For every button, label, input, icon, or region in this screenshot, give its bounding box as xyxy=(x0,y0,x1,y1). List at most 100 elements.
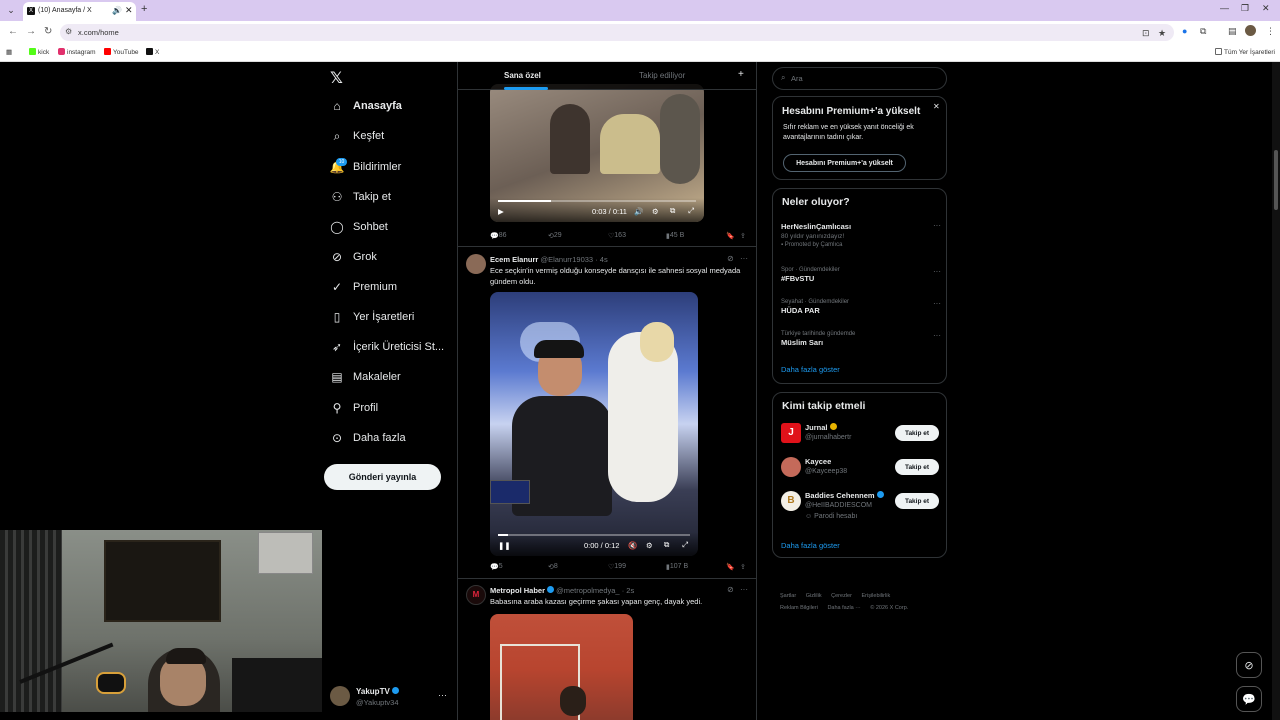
tweet-time[interactable]: · 4s xyxy=(595,255,608,264)
search-box[interactable]: ⌕ Ara xyxy=(772,67,947,90)
nav-item-rocket[interactable]: ➶ İçerik Üreticisi St... xyxy=(330,336,444,358)
trend-item[interactable]: HerNeslinÇamlıcası 80 yıldır yanınızdayı… xyxy=(781,221,941,248)
tab-for-you[interactable]: Sana özel xyxy=(504,71,541,80)
avatar[interactable]: M xyxy=(466,585,486,605)
new-tab-button[interactable]: + xyxy=(141,3,147,15)
close-tab-icon[interactable]: ✕ xyxy=(125,5,133,16)
pause-icon[interactable]: ❚❚ xyxy=(498,541,511,550)
tweet-time[interactable]: · 2s xyxy=(622,586,635,595)
nav-item-more[interactable]: ⊙ Daha fazla xyxy=(330,427,406,449)
messages-float-button[interactable]: 💬 xyxy=(1236,686,1262,712)
nav-item-search[interactable]: ⌕ Keşfet xyxy=(330,125,385,147)
author-handle[interactable]: @metropolmedya_ xyxy=(556,586,619,595)
follow-button[interactable]: Takip et xyxy=(895,459,939,475)
avatar[interactable] xyxy=(466,254,486,274)
scrollbar-thumb[interactable] xyxy=(1274,150,1278,210)
show-more-link[interactable]: Daha fazla göster xyxy=(781,365,840,374)
speaker-icon[interactable]: 🔊 xyxy=(112,6,122,15)
more-dots-icon[interactable]: ··· xyxy=(933,299,941,308)
forward-icon[interactable]: → xyxy=(26,26,36,37)
bookmark-icon[interactable]: 🔖 xyxy=(726,563,735,571)
views-button[interactable]: ▮ 45 B xyxy=(666,232,684,240)
browser-tab[interactable]: X (10) Anasayfa / X 🔊 ✕ xyxy=(23,2,136,21)
trend-item[interactable]: Spor · Gündemdekiler #FBvSTU ··· xyxy=(781,267,941,283)
menu-icon[interactable]: ⋮ xyxy=(1266,26,1275,37)
nav-item-premium[interactable]: ✓ Premium xyxy=(330,276,397,298)
follow-suggestion[interactable]: Kaycee @Kayceep38 Takip et xyxy=(781,455,943,485)
pip-icon[interactable]: ⧉ xyxy=(664,540,669,550)
footer-link[interactable]: Daha fazla ··· xyxy=(827,605,860,611)
all-bookmarks[interactable]: Tüm Yer İşaretleri xyxy=(1215,48,1275,56)
minimize-icon[interactable]: — xyxy=(1220,3,1229,13)
nav-item-person[interactable]: ⚲ Profil xyxy=(330,397,378,419)
reload-icon[interactable]: ↻ xyxy=(44,26,52,37)
footer-link[interactable]: Çerezler xyxy=(831,593,852,599)
follow-button[interactable]: Takip et xyxy=(895,493,939,509)
nav-item-home[interactable]: ⌂ Anasayfa xyxy=(330,95,402,117)
follow-suggestion[interactable]: B Baddies Cehennem @HeIIBADDIESCOM ☺ Par… xyxy=(781,489,943,525)
retweet-button[interactable]: ⟲ 29 xyxy=(548,232,562,240)
more-dots-icon[interactable]: ··· xyxy=(933,331,941,340)
grok-icon[interactable]: ⊘ xyxy=(727,254,734,263)
footer-link[interactable]: Reklam Bilgileri xyxy=(780,605,818,611)
x-logo-icon[interactable]: 𝕏 xyxy=(330,68,343,88)
puzzle-icon[interactable]: ⧉ xyxy=(1200,26,1206,37)
fullscreen-icon[interactable]: ⤢ xyxy=(688,206,694,216)
scrollbar[interactable] xyxy=(1272,62,1280,720)
more-dots-icon[interactable]: ··· xyxy=(438,690,447,700)
views-button[interactable]: ▮ 107 B xyxy=(666,563,688,571)
settings-icon[interactable]: ⚙ xyxy=(652,207,659,216)
account-avatar[interactable] xyxy=(1245,25,1256,36)
footer-link[interactable]: Erişilebilirlik xyxy=(861,593,890,599)
add-feed-icon[interactable]: + xyxy=(738,69,744,80)
bookmark-icon[interactable]: 🔖 xyxy=(726,232,735,240)
more-dots-icon[interactable]: ··· xyxy=(933,221,941,230)
footer-link[interactable]: Gizlilik xyxy=(806,593,822,599)
video-progress[interactable] xyxy=(498,200,696,202)
bookmark-x[interactable]: X xyxy=(146,48,159,56)
fullscreen-icon[interactable]: ⤢ xyxy=(682,540,688,550)
more-dots-icon[interactable]: ··· xyxy=(740,254,748,263)
post-button[interactable]: Gönderi yayınla xyxy=(324,464,441,490)
install-icon[interactable]: ⊡ xyxy=(1142,28,1150,39)
share-icon[interactable]: ⇪ xyxy=(740,563,746,571)
reply-button[interactable]: 💬 5 xyxy=(490,563,503,571)
apps-icon[interactable]: ▦ xyxy=(6,48,12,56)
nav-item-bookmark[interactable]: ▯ Yer İşaretleri xyxy=(330,306,415,328)
premium-upgrade-button[interactable]: Hesabını Premium+'a yükselt xyxy=(783,154,906,172)
account-switcher[interactable]: YakupTV @Yakuptv34 ··· xyxy=(330,684,450,708)
trend-item[interactable]: Türkiye tarihinde gündemde Müslim Sarı ·… xyxy=(781,331,941,347)
pip-icon[interactable]: ⧉ xyxy=(670,206,675,216)
follow-button[interactable]: Takip et xyxy=(895,425,939,441)
tweet-image[interactable] xyxy=(490,614,633,720)
more-dots-icon[interactable]: ··· xyxy=(740,585,748,594)
volume-icon[interactable]: 🔇 xyxy=(628,541,637,550)
nav-item-grok[interactable]: ⊘ Grok xyxy=(330,246,377,268)
author-name[interactable]: Metropol Haber xyxy=(490,586,545,595)
settings-icon[interactable]: ⚙ xyxy=(646,541,653,550)
back-icon[interactable]: ← xyxy=(8,26,18,37)
grok-icon[interactable]: ⊘ xyxy=(727,585,734,594)
volume-icon[interactable]: 🔊 xyxy=(634,207,643,216)
tab-following[interactable]: Takip ediliyor xyxy=(639,71,685,80)
nav-item-follow[interactable]: ⚇ Takip et xyxy=(330,186,391,208)
bookmark-instagram[interactable]: instagram xyxy=(58,48,96,56)
nav-item-article[interactable]: ▤ Makaleler xyxy=(330,366,400,388)
grok-float-button[interactable]: ⊘ xyxy=(1236,652,1262,678)
close-window-icon[interactable]: ✕ xyxy=(1262,3,1270,14)
more-dots-icon[interactable]: ··· xyxy=(933,267,941,276)
like-button[interactable]: ♡ 163 xyxy=(608,232,626,240)
star-icon[interactable]: ★ xyxy=(1158,28,1166,39)
like-button[interactable]: ♡ 199 xyxy=(608,563,626,571)
share-icon[interactable]: ⇪ xyxy=(740,232,746,240)
show-more-link[interactable]: Daha fazla göster xyxy=(781,541,840,550)
follow-suggestion[interactable]: J Jurnal @jurnalhabertr Takip et xyxy=(781,421,943,451)
retweet-button[interactable]: ⟲ 8 xyxy=(548,563,558,571)
close-icon[interactable]: ✕ xyxy=(933,102,940,111)
tab-search-icon[interactable]: ⌄ xyxy=(4,3,18,17)
trend-item[interactable]: Seyahat · Gündemdekiler HÜDA PAR ··· xyxy=(781,299,941,315)
url-field[interactable]: ⚙ x.com/home ⊡ ★ xyxy=(60,24,1174,41)
nav-item-chat[interactable]: ◯ Sohbet xyxy=(330,216,388,238)
maximize-icon[interactable]: ❐ xyxy=(1241,3,1249,14)
site-info-icon[interactable]: ⚙ xyxy=(65,27,72,36)
